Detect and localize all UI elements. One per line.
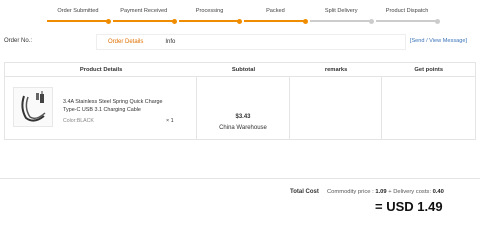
usb-cable-image[interactable] <box>13 87 53 127</box>
step-split-delivery: Split Delivery <box>308 4 375 24</box>
step-label: Packed <box>266 8 285 14</box>
step-processing: Processing <box>177 4 243 24</box>
step-label: Product Dispatch <box>385 8 429 14</box>
header-product-details: Product Details <box>79 66 123 73</box>
tab-info[interactable]: Info <box>154 39 186 45</box>
step-label: Split Delivery <box>324 8 358 14</box>
step-bar <box>178 18 243 24</box>
step-label: Payment Received <box>120 8 168 14</box>
order-tabs: Order Details Info <box>96 34 406 50</box>
commodity-price-label: Commodity price : <box>327 189 374 195</box>
step-packed: Packed <box>242 4 309 24</box>
remarks-cell <box>290 77 383 139</box>
divider <box>0 178 480 179</box>
order-progress: Order Submitted Payment Received Process… <box>45 4 440 24</box>
delivery-cost-label: + Delivery costs: <box>386 189 431 195</box>
commodity-price-value: 1.09 <box>375 189 387 195</box>
warehouse-name: China Warehouse <box>219 125 267 131</box>
step-payment-received: Payment Received <box>111 4 177 24</box>
step-dot <box>434 18 440 24</box>
step-bar <box>112 18 177 24</box>
step-label: Processing <box>195 8 224 14</box>
step-label: Order Submitted <box>57 8 99 14</box>
order-number-label: Order No.: <box>4 38 33 44</box>
table-row: 3.4A Stainless Steel Spring Quick Charge… <box>5 77 475 139</box>
get-points-cell <box>382 77 475 139</box>
delivery-cost-value: 0.40 <box>432 189 444 195</box>
subtotal-value: $3.43 <box>235 114 251 120</box>
product-color: Color:BLACK <box>63 118 94 124</box>
step-bar <box>376 18 440 24</box>
order-header: Order No.: Order Details Info [Send / Vi… <box>0 34 480 50</box>
total-cost-label: Total Cost <box>290 189 319 195</box>
send-view-message-link[interactable]: [Send / View Message] <box>410 38 467 44</box>
header-get-points: Get points <box>414 66 444 73</box>
order-items-table: Product Details Subtotal remarks Get poi… <box>4 62 476 140</box>
product-quantity: × 1 <box>166 118 174 124</box>
step-product-dispatch: Product Dispatch <box>374 4 440 24</box>
step-bar <box>244 18 309 24</box>
table-header: Product Details Subtotal remarks Get poi… <box>5 63 475 77</box>
header-remarks: remarks <box>324 66 348 73</box>
tab-order-details[interactable]: Order Details <box>97 39 154 45</box>
header-subtotal: Subtotal <box>231 66 256 73</box>
step-bar <box>310 18 375 24</box>
product-title-link[interactable]: 3.4A Stainless Steel Spring Quick Charge… <box>63 99 173 114</box>
subtotal-cell: $3.43 China Warehouse <box>197 77 290 139</box>
product-cell: 3.4A Stainless Steel Spring Quick Charge… <box>5 77 198 139</box>
step-bar <box>47 18 111 24</box>
step-order-submitted: Order Submitted <box>45 4 111 24</box>
cost-breakdown: Commodity price : 1.09 + Delivery costs:… <box>327 189 444 195</box>
grand-total: = USD 1.49 <box>375 199 443 214</box>
